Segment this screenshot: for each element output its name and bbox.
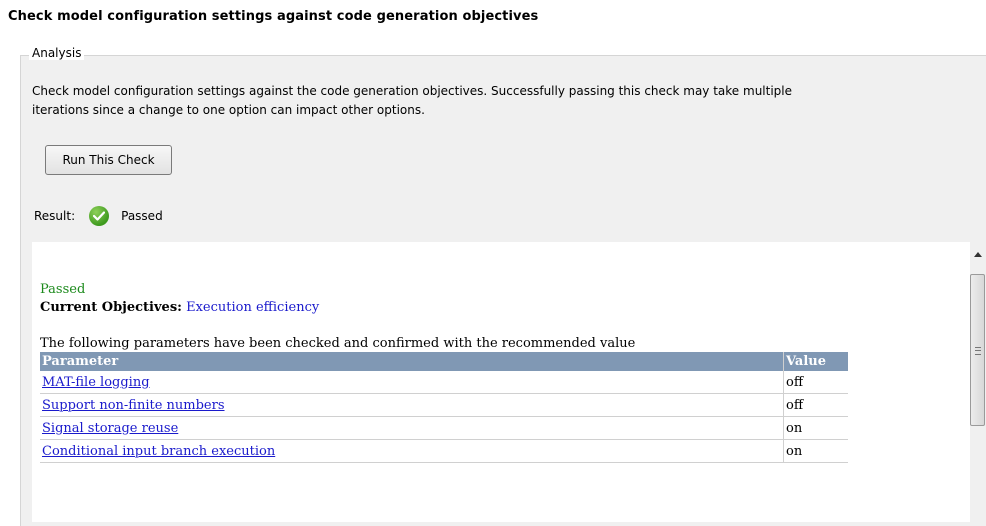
run-this-check-button[interactable]: Run This Check — [45, 145, 172, 175]
analysis-legend: Analysis — [29, 46, 85, 60]
parameter-link[interactable]: Signal storage reuse — [42, 421, 178, 436]
page-title: Check model configuration settings again… — [8, 9, 539, 24]
objectives-label: Current Objectives: — [40, 300, 182, 315]
column-header-parameter: Parameter — [40, 352, 784, 371]
objectives-value: Execution efficiency — [186, 300, 320, 315]
parameter-value: on — [783, 416, 848, 440]
analysis-description: Check model configuration settings again… — [32, 82, 986, 120]
report-intro: The following parameters have been check… — [40, 336, 636, 351]
table-row: MAT-file logging off — [40, 371, 848, 394]
report-status: Passed — [40, 282, 86, 297]
parameter-value: on — [783, 439, 848, 463]
column-header-value: Value — [783, 352, 848, 371]
current-objectives: Current Objectives: Execution efficiency — [40, 300, 848, 315]
description-line-2: iterations since a change to one option … — [32, 103, 425, 117]
report-scrollbar[interactable] — [970, 242, 986, 522]
check-circle-icon — [89, 206, 110, 226]
scroll-up-arrow-icon[interactable] — [974, 252, 982, 257]
result-label: Result: — [34, 209, 76, 223]
parameter-link[interactable]: MAT-file logging — [42, 375, 150, 390]
report-content: Passed Current Objectives: Execution eff… — [40, 282, 848, 463]
report-pane: Passed Current Objectives: Execution eff… — [32, 242, 970, 522]
table-row: Conditional input branch execution on — [40, 439, 848, 463]
result-value: Passed — [121, 209, 163, 223]
table-header-row: Parameter Value — [40, 352, 848, 371]
table-row: Support non-finite numbers off — [40, 393, 848, 417]
description-line-1: Check model configuration settings again… — [32, 84, 793, 98]
parameter-value: off — [783, 371, 848, 394]
parameter-link[interactable]: Conditional input branch execution — [42, 444, 275, 459]
parameter-link[interactable]: Support non-finite numbers — [42, 398, 225, 413]
table-row: Signal storage reuse on — [40, 416, 848, 440]
grip-icon — [975, 347, 981, 355]
scrollbar-thumb[interactable] — [970, 274, 985, 426]
result-row: Result: Passed — [34, 205, 163, 227]
parameter-value: off — [783, 393, 848, 417]
parameters-table: Parameter Value MAT-file logging off Sup… — [40, 352, 848, 463]
